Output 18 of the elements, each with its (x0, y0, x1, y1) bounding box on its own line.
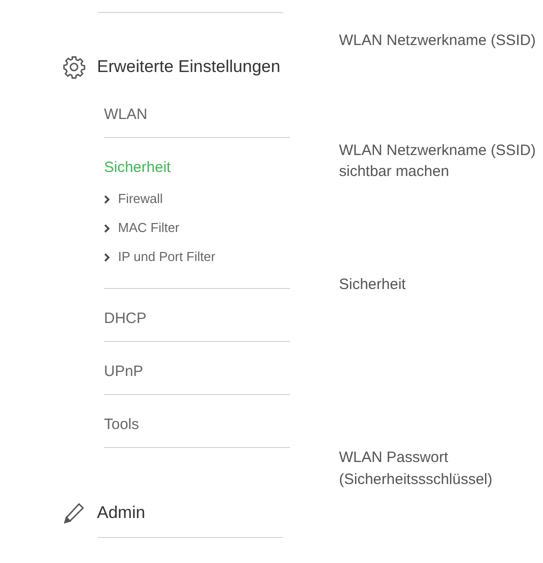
section-title: Erweiterte Einstellungen (97, 56, 280, 78)
pencil-icon (62, 501, 86, 525)
field-label: WLAN Netzwerkname (SSID) sichtbar machen (339, 140, 537, 182)
menu-item[interactable]: UPnP (104, 362, 144, 382)
menu-item[interactable]: WLAN (104, 105, 148, 125)
menu-item[interactable]: DHCP (104, 309, 147, 329)
submenu-item[interactable]: Firewall (104, 189, 163, 209)
field-label: WLAN Passwort (Sicherheitssschlüssel) (339, 448, 494, 490)
submenu-item[interactable]: IP und Port Filter (104, 247, 216, 267)
submenu-item[interactable]: MAC Filter (104, 218, 180, 238)
chevron-icon (104, 252, 110, 262)
settings-icon (62, 55, 86, 79)
menu-item[interactable]: Tools (104, 415, 140, 435)
chevron-icon (104, 194, 110, 204)
chevron-icon (104, 224, 110, 232)
section-title: Admin (97, 502, 146, 524)
field-label: Sicherheit (339, 274, 407, 294)
field-label: WLAN Netzwerkname (SSID) (339, 31, 537, 51)
